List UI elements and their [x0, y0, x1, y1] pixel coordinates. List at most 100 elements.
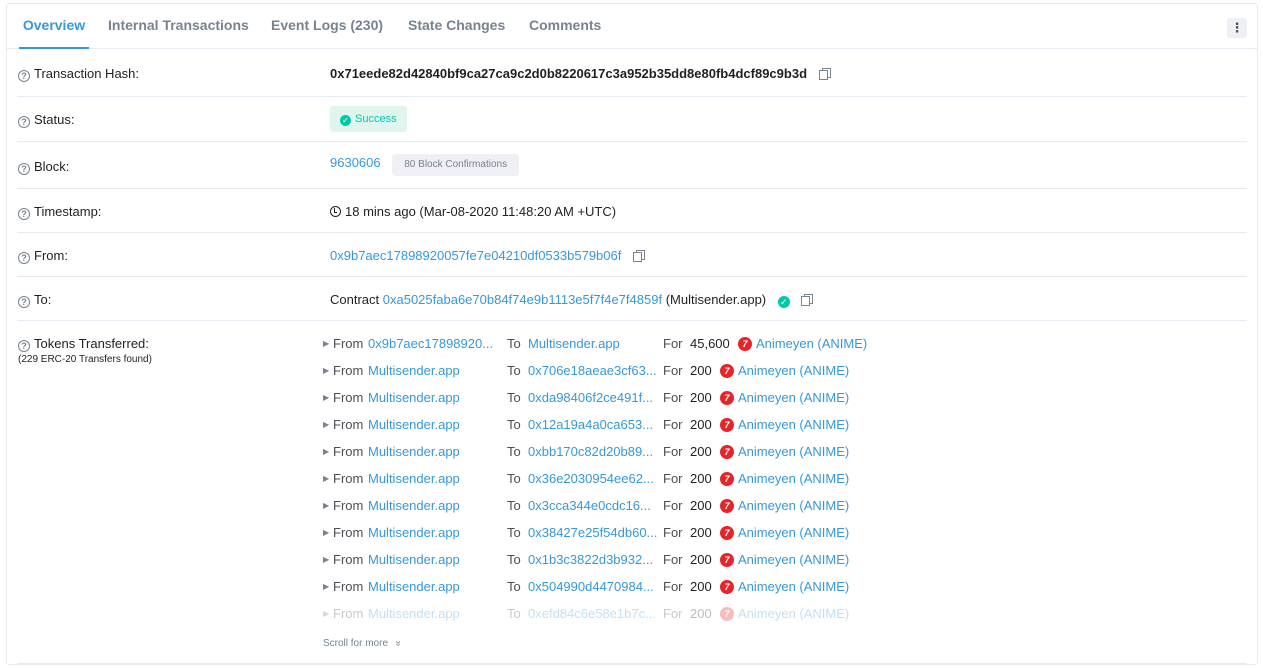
transfer-from-link[interactable]: Multisender.app	[368, 496, 460, 516]
token-link[interactable]: Animeyen (ANIME)	[738, 415, 849, 435]
transfer-from-link[interactable]: Multisender.app	[368, 469, 460, 489]
transfer-from-link[interactable]: Multisender.app	[368, 604, 460, 624]
copy-icon[interactable]	[818, 68, 831, 80]
transfer-from-link[interactable]: Multisender.app	[368, 388, 460, 408]
scroll-more-text: Scroll for more	[323, 638, 389, 649]
label-text: Block:	[34, 159, 70, 174]
label-status: ? Status:	[18, 112, 74, 128]
transfer-from-link[interactable]: Multisender.app	[368, 577, 460, 597]
verified-check-icon: ✓	[777, 296, 790, 308]
animeyen-token-icon: 7	[720, 445, 734, 459]
transfer-to-link[interactable]: Multisender.app	[528, 334, 620, 354]
animeyen-token-icon: 7	[720, 553, 734, 567]
token-link[interactable]: Animeyen (ANIME)	[738, 361, 849, 381]
transfer-amount: 45,600	[690, 336, 730, 351]
token-link[interactable]: Animeyen (ANIME)	[738, 442, 849, 462]
question-icon[interactable]: ?	[18, 163, 30, 175]
label-timestamp: ? Timestamp:	[18, 204, 101, 220]
caret-right-icon[interactable]: ▶	[323, 604, 329, 624]
status-text: Success	[355, 113, 397, 125]
token-link[interactable]: Animeyen (ANIME)	[738, 496, 849, 516]
tab-state-changes[interactable]: State Changes	[408, 4, 505, 49]
to-word: To	[507, 498, 521, 513]
caret-right-icon[interactable]: ▶	[323, 361, 329, 381]
token-link[interactable]: Animeyen (ANIME)	[738, 550, 849, 570]
transfer-to-link[interactable]: 0xefd84c6e58e1b7c...	[528, 604, 656, 624]
row-transaction-hash: ? Transaction Hash: 0x71eede82d42840bf9ca…	[17, 51, 1247, 97]
caret-right-icon[interactable]: ▶	[323, 334, 329, 354]
transfer-to-link[interactable]: 0x36e2030954ee62...	[528, 469, 654, 489]
caret-right-icon[interactable]: ▶	[323, 550, 329, 570]
question-icon[interactable]: ?	[18, 70, 30, 82]
copy-icon[interactable]	[801, 294, 814, 306]
tab-internal-transactions[interactable]: Internal Transactions	[108, 4, 249, 49]
transfer-amount: 200	[690, 579, 712, 594]
to-word: To	[507, 417, 521, 432]
transfer-to-link[interactable]: 0x504990d4470984...	[528, 577, 654, 597]
for-word: For	[663, 390, 683, 405]
question-icon[interactable]: ?	[18, 296, 30, 308]
transfer-from-link[interactable]: 0x9b7aec17898920...	[368, 334, 493, 354]
question-icon[interactable]: ?	[18, 116, 30, 128]
double-chevron-down-icon: »	[392, 640, 404, 647]
check-circle-icon: ✓	[340, 115, 351, 126]
label-text: Timestamp:	[34, 204, 102, 219]
for-word: For	[663, 579, 683, 594]
question-icon[interactable]: ?	[18, 252, 30, 264]
caret-right-icon[interactable]: ▶	[323, 415, 329, 435]
from-word: From	[333, 336, 364, 351]
transfer-from-link[interactable]: Multisender.app	[368, 523, 460, 543]
caret-right-icon[interactable]: ▶	[323, 469, 329, 489]
transfer-to-link[interactable]: 0x12a19a4a0ca653...	[528, 415, 653, 435]
token-link[interactable]: Animeyen (ANIME)	[738, 577, 849, 597]
to-word: To	[507, 579, 521, 594]
caret-right-icon[interactable]: ▶	[323, 523, 329, 543]
copy-icon[interactable]	[632, 250, 645, 262]
transfer-from-link[interactable]: Multisender.app	[368, 550, 460, 570]
label-text: From:	[34, 248, 68, 263]
token-link[interactable]: Animeyen (ANIME)	[756, 334, 867, 354]
block-confirmations-badge: 80 Block Confirmations	[392, 154, 520, 176]
caret-right-icon[interactable]: ▶	[323, 577, 329, 597]
token-link[interactable]: Animeyen (ANIME)	[738, 388, 849, 408]
transfer-from-link[interactable]: Multisender.app	[368, 442, 460, 462]
block-number-link[interactable]: 9630606	[330, 155, 381, 170]
transfer-from-link[interactable]: Multisender.app	[368, 415, 460, 435]
from-word: From	[333, 471, 364, 486]
animeyen-token-icon: 7	[720, 364, 734, 378]
caret-right-icon[interactable]: ▶	[323, 496, 329, 516]
value-status: ✓ Success	[330, 106, 407, 132]
tab-comments[interactable]: Comments	[529, 4, 601, 49]
row-to: ? To: Contract 0xa5025faba6e70b84f74e9b11…	[17, 277, 1247, 321]
transfer-to-link[interactable]: 0x3cca344e0cdc16...	[528, 496, 651, 516]
tab-bar: Overview Internal Transactions Event Log…	[7, 4, 1257, 49]
scroll-for-more-link[interactable]: Scroll for more »	[323, 638, 404, 649]
to-word: To	[507, 525, 521, 540]
caret-right-icon[interactable]: ▶	[323, 388, 329, 408]
label-text: Tokens Transferred:	[34, 336, 149, 351]
label-text: To:	[34, 292, 52, 307]
token-link[interactable]: Animeyen (ANIME)	[738, 604, 849, 624]
caret-right-icon[interactable]: ▶	[323, 442, 329, 462]
transfer-from-link[interactable]: Multisender.app	[368, 361, 460, 381]
question-icon[interactable]: ?	[18, 340, 30, 352]
transfer-to-link[interactable]: 0x38427e25f54db60...	[528, 523, 657, 543]
value-to: Contract 0xa5025faba6e70b84f74e9b1113e5f…	[330, 292, 814, 308]
to-contract-link[interactable]: 0xa5025faba6e70b84f74e9b1113e5f7f4e7f485…	[383, 292, 662, 307]
tab-event-logs[interactable]: Event Logs (230)	[271, 4, 383, 49]
transfer-to-link[interactable]: 0xbb170c82d20b89...	[528, 442, 653, 462]
animeyen-token-icon: 7	[720, 391, 734, 405]
from-address-link[interactable]: 0x9b7aec17898920057fe7e04210df0533b579b0…	[330, 248, 621, 263]
transfer-to-link[interactable]: 0xda98406f2ce491f...	[528, 388, 653, 408]
transfer-to-link[interactable]: 0x706e18aeae3cf63...	[528, 361, 657, 381]
token-link[interactable]: Animeyen (ANIME)	[738, 469, 849, 489]
label-tokens-transferred: ? Tokens Transferred:	[18, 336, 149, 352]
animeyen-token-icon: 7	[720, 526, 734, 540]
more-options-icon[interactable]: ⋮	[1227, 18, 1247, 38]
question-icon[interactable]: ?	[18, 208, 30, 220]
transfer-amount: 200	[690, 390, 712, 405]
tab-overview[interactable]: Overview	[19, 4, 89, 49]
token-link[interactable]: Animeyen (ANIME)	[738, 523, 849, 543]
transfer-to-link[interactable]: 0x1b3c3822d3b932...	[528, 550, 653, 570]
row-status: ? Status: ✓ Success	[17, 97, 1247, 142]
